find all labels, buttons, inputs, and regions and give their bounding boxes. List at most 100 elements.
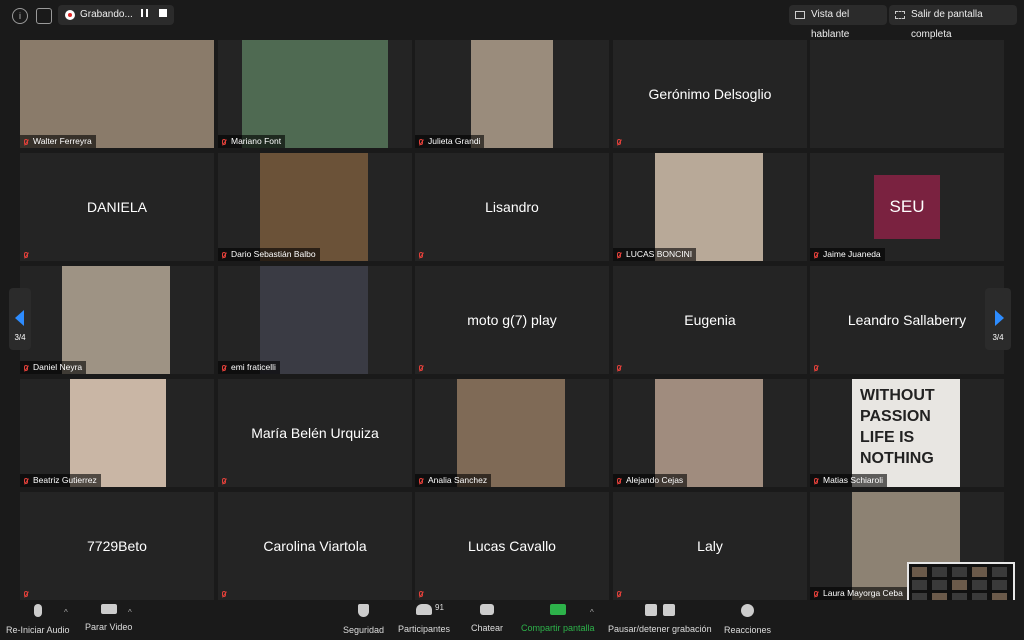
muted-mic-icon	[419, 139, 423, 145]
thumbnail-cell	[932, 580, 947, 590]
speaker-view-button[interactable]: Vista del hablante	[789, 5, 887, 40]
participant-tile[interactable]: WITHOUT PASSION LIFE IS NOTHING Matias Schia…	[810, 379, 1004, 487]
reactions-button[interactable]: Reacciones	[724, 604, 771, 635]
chat-label: Chatear	[471, 623, 504, 633]
recording-label: Grabando...	[80, 9, 133, 20]
exit-fullscreen-icon	[895, 11, 905, 19]
previous-page-button[interactable]: 3/4	[9, 288, 31, 350]
muted-mic-icon	[617, 252, 621, 258]
participants-button[interactable]: 91 Participantes	[398, 603, 451, 634]
participant-video	[260, 266, 368, 374]
participant-tile[interactable]: Lucas Cavallo	[415, 492, 609, 600]
participant-name-label: Mariano Font	[218, 135, 286, 148]
participant-tile[interactable]: 7729Beto	[20, 492, 214, 600]
participant-name-label: Walter Ferreyra	[20, 135, 96, 148]
muted-mic-icon	[814, 478, 818, 484]
participant-tile[interactable]: Lisandro	[415, 153, 609, 261]
smiley-icon	[741, 604, 755, 617]
audio-options-caret-icon[interactable]: ^	[64, 608, 68, 617]
participant-video: WITHOUT PASSION LIFE IS NOTHING	[852, 379, 960, 487]
participant-name-center: DANIELA	[87, 199, 147, 215]
audio-label: Re-Iniciar Audio	[6, 625, 70, 635]
recording-indicator: Grabando...	[58, 5, 174, 25]
recording-controls-label: Pausar/detener grabación	[608, 624, 712, 634]
participant-name: Julieta Grandi	[428, 136, 481, 146]
recording-dot-icon	[65, 10, 75, 20]
muted-mic-icon	[617, 478, 621, 484]
audio-button[interactable]: Re-Iniciar Audio	[6, 604, 70, 635]
video-label: Parar Video	[85, 622, 133, 632]
participants-label: Participantes	[398, 624, 451, 634]
video-button[interactable]: Parar Video	[85, 604, 132, 632]
participant-name: LUCAS BONCINI	[626, 249, 693, 259]
participant-video	[655, 153, 763, 261]
participant-tile[interactable]: Eugenia	[613, 266, 807, 374]
participant-tile[interactable]: Leandro Sallaberry	[810, 266, 1004, 374]
participant-tile[interactable]: Dario Sebastián Balbo	[218, 153, 412, 261]
participant-name: Laura Mayorga Ceba	[823, 588, 903, 598]
participant-tile[interactable]: Alejando Cejas	[613, 379, 807, 487]
participant-tile[interactable]: Carolina Viartola	[218, 492, 412, 600]
participant-tile[interactable]: SEU Jaime Juaneda	[810, 153, 1004, 261]
participant-name-label: Matias Schiaroli	[810, 474, 887, 487]
muted-mic-icon	[222, 591, 226, 597]
participant-video	[260, 153, 368, 261]
muted-mic-icon	[617, 365, 621, 371]
participant-tile[interactable]: Daniel Neyra	[20, 266, 214, 374]
poster-text-line: LIFE IS	[860, 429, 915, 446]
muted-mic-icon	[814, 365, 818, 371]
speaker-view-label: Vista del hablante	[811, 9, 850, 40]
participant-name-center: 7729Beto	[87, 538, 147, 554]
pause-recording-icon[interactable]	[141, 9, 148, 17]
share-screen-label: Compartir pantalla	[521, 623, 595, 633]
participant-name-label: Daniel Neyra	[20, 361, 87, 374]
grid-icon	[795, 11, 805, 19]
muted-mic-icon	[617, 591, 621, 597]
participant-tile[interactable]: Julieta Grandi	[415, 40, 609, 148]
participant-tile[interactable]: Analia Sanchez	[415, 379, 609, 487]
security-button[interactable]: Seguridad	[343, 604, 384, 635]
shield-icon[interactable]	[36, 8, 52, 24]
thumbnail-cell	[972, 580, 987, 590]
participant-name: Dario Sebastián Balbo	[231, 249, 316, 259]
participant-tile[interactable]: DANIELA	[20, 153, 214, 261]
participant-name-center: Laly	[697, 538, 723, 554]
thumbnail-cell	[992, 580, 1007, 590]
participant-tile[interactable]: emi fraticelli	[218, 266, 412, 374]
participant-tile[interactable]: LUCAS BONCINI	[613, 153, 807, 261]
chevron-left-icon	[15, 310, 24, 326]
muted-mic-icon	[24, 252, 28, 258]
muted-mic-icon	[222, 139, 226, 145]
participant-tile[interactable]: Gerónimo Delsoglio	[613, 40, 807, 148]
share-options-caret-icon[interactable]: ^	[590, 608, 594, 617]
share-screen-button[interactable]: Compartir pantalla	[521, 604, 595, 633]
next-page-button[interactable]: 3/4	[985, 288, 1011, 350]
participant-name-label: Laura Mayorga Ceba	[810, 587, 907, 600]
participant-tile[interactable]: Beatriz Gutierrez	[20, 379, 214, 487]
participant-video	[457, 379, 565, 487]
video-camera-icon	[100, 604, 117, 614]
participant-tile[interactable]	[810, 40, 1004, 148]
page-indicator-left: 3/4	[14, 333, 26, 342]
chat-button[interactable]: Chatear	[471, 604, 503, 633]
video-options-caret-icon[interactable]: ^	[128, 608, 132, 617]
participant-name-label: Alejando Cejas	[613, 474, 688, 487]
participant-tile[interactable]: Mariano Font	[218, 40, 412, 148]
participant-tile[interactable]: moto g(7) play	[415, 266, 609, 374]
info-icon[interactable]: i	[12, 8, 28, 24]
muted-mic-icon	[419, 252, 423, 258]
participant-tile[interactable]: Laly	[613, 492, 807, 600]
participant-name-center: Carolina Viartola	[263, 538, 367, 554]
stop-recording-icon[interactable]	[159, 9, 167, 17]
muted-mic-icon	[33, 604, 42, 617]
thumbnail-cell	[972, 567, 987, 577]
muted-mic-icon	[419, 365, 423, 371]
participant-name-label: Analia Sanchez	[415, 474, 492, 487]
participant-name: Analia Sanchez	[428, 475, 488, 485]
participant-name-label: Jaime Juaneda	[810, 248, 885, 261]
recording-controls-button[interactable]: Pausar/detener grabación	[608, 604, 712, 634]
exit-fullscreen-button[interactable]: Salir de pantalla completa	[889, 5, 1017, 40]
participant-name: Walter Ferreyra	[33, 136, 92, 146]
participant-tile[interactable]: María Belén Urquiza	[218, 379, 412, 487]
participant-tile[interactable]: Walter Ferreyra	[20, 40, 214, 148]
